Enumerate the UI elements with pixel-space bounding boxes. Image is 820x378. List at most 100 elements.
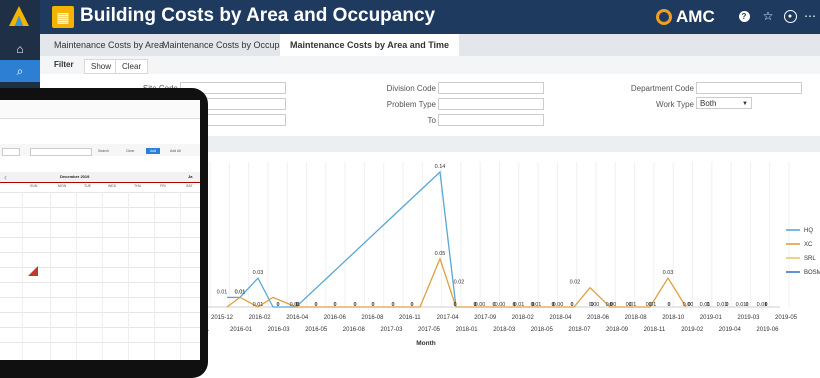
- x-tick-label: 2015-12: [211, 315, 234, 321]
- data-label: 0: [473, 302, 476, 308]
- user-icon[interactable]: ●: [782, 8, 798, 24]
- data-label: 0.01: [235, 289, 246, 295]
- calendar-column-divider: [76, 192, 77, 360]
- data-label: 0.05: [435, 251, 446, 257]
- app-grid-icon[interactable]: ▦: [52, 6, 74, 28]
- calendar-row[interactable]: [0, 207, 200, 208]
- calendar-row[interactable]: [0, 327, 200, 328]
- event-marker-icon[interactable]: [28, 266, 38, 276]
- filter-label: Filter: [54, 60, 74, 69]
- tablet-date-input[interactable]: [2, 148, 20, 156]
- day-header: TUE: [84, 184, 91, 188]
- calendar-row[interactable]: [0, 192, 200, 193]
- month-label: December 2019: [60, 174, 90, 179]
- day-header: WED: [108, 184, 117, 188]
- to-date-input[interactable]: [438, 114, 544, 126]
- day-header: SAT: [186, 184, 193, 188]
- chevron-down-icon: ▼: [742, 101, 748, 107]
- show-button[interactable]: Show: [84, 59, 119, 74]
- help-icon[interactable]: ?: [736, 8, 752, 24]
- more-icon[interactable]: ⋯: [802, 8, 818, 24]
- calendar-column-divider: [180, 192, 181, 360]
- data-label: 0: [745, 302, 748, 308]
- x-tick-label: 2016-02: [249, 315, 272, 321]
- work-type-select[interactable]: Both ▼: [696, 97, 752, 109]
- tablet-clear-button[interactable]: Clear: [126, 149, 134, 153]
- tablet-search-input[interactable]: [30, 148, 92, 156]
- page-title: Building Costs by Area and Occupancy: [80, 5, 436, 26]
- data-label: 0: [687, 302, 690, 308]
- x-tick-label: 2016-05: [305, 327, 328, 333]
- legend-label: XC: [804, 242, 813, 248]
- search-icon[interactable]: ⌕: [0, 60, 40, 82]
- calendar-column-divider: [128, 192, 129, 360]
- day-header: THU: [134, 184, 142, 188]
- x-tick-label: 2016-04: [286, 315, 309, 321]
- legend-label: BOSM: [804, 270, 820, 276]
- work-type-value: Both: [700, 99, 717, 108]
- calendar-row[interactable]: [0, 312, 200, 313]
- x-tick-label: 2019-03: [737, 315, 760, 321]
- data-label: 0: [590, 302, 593, 308]
- x-tick-label: 2019-04: [719, 327, 742, 333]
- x-tick-label: 2018-03: [493, 327, 516, 333]
- problem-type-input[interactable]: [438, 98, 544, 110]
- tablet-search-button[interactable]: Search: [98, 149, 109, 153]
- calendar-row[interactable]: [0, 342, 200, 343]
- data-label: 0: [276, 302, 279, 308]
- department-code-label: Department Code: [630, 84, 694, 93]
- calendar-row[interactable]: [0, 282, 200, 283]
- x-tick-label: 2018-09: [606, 327, 629, 333]
- division-code-label: Division Code: [386, 84, 436, 93]
- favorite-icon[interactable]: ☆: [760, 8, 776, 24]
- filter-bar: [40, 56, 820, 74]
- data-label: 0: [667, 302, 670, 308]
- x-tick-label: 2018-02: [512, 315, 535, 321]
- data-label: 0: [609, 302, 612, 308]
- app-logo-icon[interactable]: [8, 5, 30, 27]
- x-tick-label: 2018-08: [625, 315, 648, 321]
- day-header: SUN: [30, 184, 38, 188]
- data-label: 0: [410, 302, 413, 308]
- data-label: 0.03: [663, 270, 674, 276]
- x-tick-label: 2019-02: [681, 327, 704, 333]
- data-label: 0: [353, 302, 356, 308]
- calendar-row[interactable]: [0, 297, 200, 298]
- data-label: 0: [314, 302, 317, 308]
- x-tick-label: 2019-01: [700, 315, 723, 321]
- tablet-add-all-button[interactable]: Add All: [170, 149, 181, 153]
- tab-costs-by-area-and-time[interactable]: Maintenance Costs by Area and Time: [280, 34, 460, 56]
- data-label: 0: [628, 302, 631, 308]
- x-tick-label: 2019-05: [775, 315, 798, 321]
- x-tick-label: 2018-05: [531, 327, 554, 333]
- calendar-row[interactable]: [0, 252, 200, 253]
- x-tick-label: 2016-11: [399, 315, 421, 321]
- data-label: 0: [706, 302, 709, 308]
- tablet-add-button[interactable]: Add: [146, 148, 161, 154]
- brand-logo-icon: [656, 9, 672, 25]
- legend-label: HQ: [804, 228, 813, 234]
- data-label: 0: [295, 302, 298, 308]
- calendar-row[interactable]: [0, 237, 200, 238]
- data-label: 0.01: [253, 302, 264, 308]
- division-code-input[interactable]: [438, 82, 544, 94]
- home-icon[interactable]: ⌂: [0, 38, 40, 60]
- department-code-input[interactable]: [696, 82, 802, 94]
- calendar-row[interactable]: [0, 222, 200, 223]
- data-label: 0: [371, 302, 374, 308]
- prev-month-icon[interactable]: ‹: [4, 172, 7, 182]
- x-tick-label: 2017-09: [474, 315, 497, 321]
- data-label: 0.03: [253, 270, 264, 276]
- work-type-label: Work Type: [656, 100, 694, 109]
- calendar-column-divider: [154, 192, 155, 360]
- next-month-label: Ja: [188, 174, 193, 179]
- data-label: 0: [453, 302, 456, 308]
- data-label: 0: [551, 302, 554, 308]
- x-tick-label: 2019-06: [756, 327, 779, 333]
- x-tick-label: 2018-10: [662, 315, 685, 321]
- clear-button[interactable]: Clear: [115, 59, 149, 74]
- problem-type-label: Problem Type: [386, 100, 436, 109]
- data-label: 0.00: [495, 302, 506, 308]
- x-tick-label: 2016-06: [324, 315, 347, 321]
- data-label: 0.02: [454, 280, 465, 286]
